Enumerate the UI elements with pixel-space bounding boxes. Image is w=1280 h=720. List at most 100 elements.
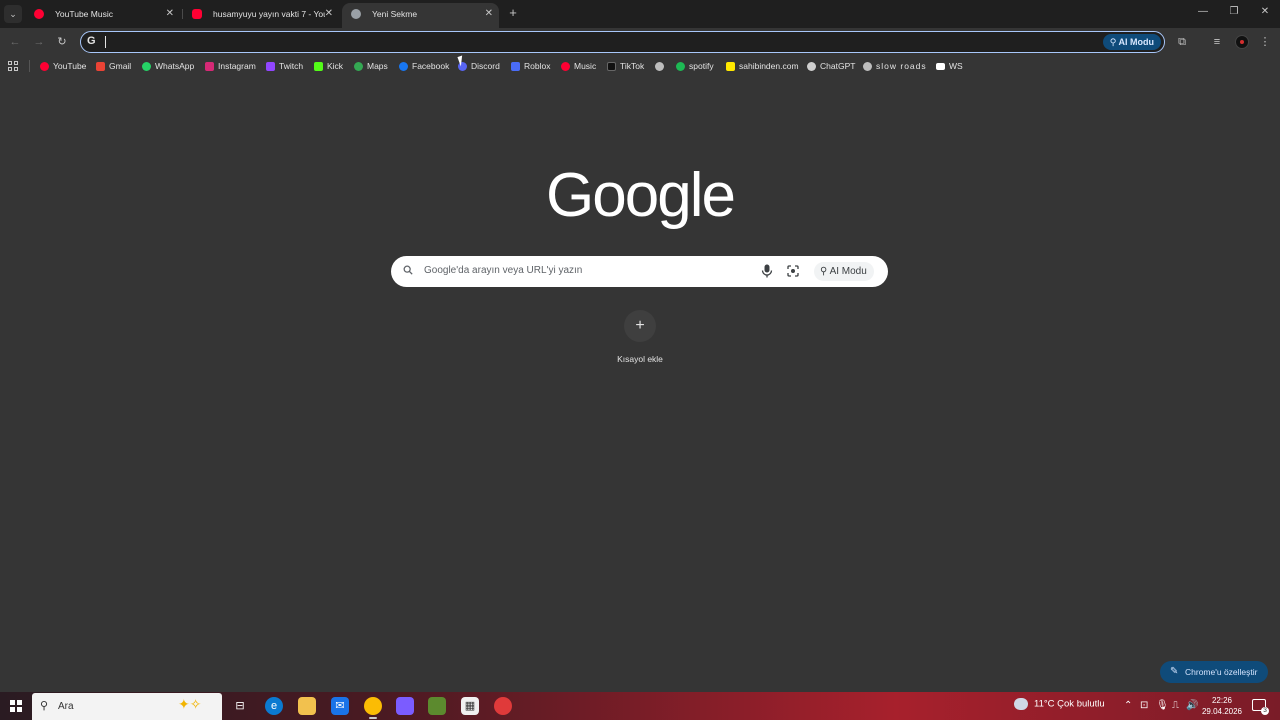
microphone-icon[interactable] xyxy=(761,264,773,278)
youtube-music-icon xyxy=(561,62,570,71)
tab-title: husamyuyu yayın vakti 7 - YouTube xyxy=(213,9,325,19)
search-box[interactable]: Google'da arayın veya URL'yi yazın ⚲ AI … xyxy=(391,256,888,287)
tab-new-tab[interactable]: Yeni Sekme ✕ xyxy=(342,3,499,28)
forward-icon[interactable]: → xyxy=(32,35,46,49)
file-explorer-icon[interactable] xyxy=(298,697,316,715)
chrome-icon xyxy=(351,9,361,19)
ai-mode-button[interactable]: ⚲ AI Modu xyxy=(814,262,874,281)
microsoft-store-icon[interactable]: ▦ xyxy=(461,697,479,715)
whatsapp-icon xyxy=(142,62,151,71)
bookmark-sahibinden[interactable]: sahibinden.com xyxy=(726,60,799,72)
spotify-icon xyxy=(676,62,685,71)
folder-icon xyxy=(936,63,945,70)
window-close-icon[interactable]: ✕ xyxy=(1255,6,1275,17)
toolbar: ← → ↻ G ⚲ AI Modu ⧉ ≡ ⋮ xyxy=(0,28,1280,56)
bookmark-globe[interactable] xyxy=(655,60,668,72)
instagram-icon xyxy=(205,62,214,71)
bookmark-tiktok[interactable]: TikTok xyxy=(607,60,644,72)
bookmark-folder-ws[interactable]: WS xyxy=(936,60,963,72)
windows-start-icon[interactable] xyxy=(10,700,22,712)
tab-youtube-music[interactable]: YouTube Music ✕ xyxy=(25,3,180,28)
ai-search-icon: ⚲ xyxy=(820,266,830,277)
google-lens-icon[interactable] xyxy=(787,265,799,277)
media-controls-icon[interactable]: ≡ xyxy=(1210,35,1224,49)
bookmark-label: YouTube xyxy=(53,61,87,71)
bookmark-roblox[interactable]: Roblox xyxy=(511,60,550,72)
bookmark-label: slow roads xyxy=(876,61,927,71)
close-icon[interactable]: ✕ xyxy=(166,3,174,25)
bookmark-label: Roblox xyxy=(524,61,551,71)
search-icon: ⚲ xyxy=(40,700,49,712)
chevron-up-icon[interactable]: ⌃ xyxy=(1124,700,1132,711)
minimize-icon[interactable]: — xyxy=(1193,6,1213,17)
bookmark-label: Kick xyxy=(327,61,344,71)
bookmark-instagram[interactable]: Instagram xyxy=(205,60,256,72)
sahibinden-icon xyxy=(726,62,735,71)
search-icon xyxy=(403,265,413,275)
cloudy-weather-icon xyxy=(1014,698,1028,710)
taskbar-search[interactable]: ⚲ Ara ✦✧ xyxy=(32,693,222,720)
youtube-icon xyxy=(192,9,202,19)
back-icon[interactable]: ← xyxy=(8,35,22,49)
bookmarks-bar: YouTube Gmail WhatsApp Instagram Twitch … xyxy=(0,56,1280,76)
mail-icon[interactable]: ✉ xyxy=(331,697,349,715)
bookmark-twitch[interactable]: Twitch xyxy=(266,60,303,72)
restore-icon[interactable]: ❐ xyxy=(1224,6,1244,17)
taskbar-clock[interactable]: 22:26 29.04.2026 xyxy=(1200,695,1244,717)
google-g-icon: G xyxy=(87,35,96,47)
notification-icon[interactable]: 3 xyxy=(1252,699,1269,715)
slow-roads-icon xyxy=(863,62,872,71)
bookmark-whatsapp[interactable]: WhatsApp xyxy=(142,60,194,72)
ai-mode-chip-label: AI Modu xyxy=(1118,37,1155,47)
task-view-icon[interactable]: ⊟ xyxy=(231,697,249,715)
menu-kebab-icon[interactable]: ⋮ xyxy=(1258,35,1272,49)
weather-widget[interactable]: 11°C Çok bulutlu xyxy=(1014,698,1105,710)
notification-count: 3 xyxy=(1261,707,1269,715)
bookmark-label: Music xyxy=(574,61,597,71)
bookmark-label: ChatGPT xyxy=(820,61,856,71)
tray-app-icon[interactable]: ⊡ xyxy=(1140,700,1148,711)
bookmark-gmail[interactable]: Gmail xyxy=(96,60,131,72)
chrome-icon[interactable] xyxy=(364,697,382,719)
copilot-icon[interactable] xyxy=(396,697,414,715)
minecraft-icon[interactable] xyxy=(428,697,446,715)
bookmark-chatgpt[interactable]: ChatGPT xyxy=(807,60,855,72)
maps-icon xyxy=(354,62,363,71)
microphone-icon[interactable]: 🎙 xyxy=(1156,700,1169,711)
tab-strip: ⌄ YouTube Music ✕ husamyuyu yayın vakti … xyxy=(0,0,1280,28)
bookmark-label: Gmail xyxy=(109,61,132,71)
bookmark-label: Facebook xyxy=(412,61,450,71)
address-bar[interactable]: G ⚲ AI Modu xyxy=(80,31,1165,53)
ai-mode-label: AI Modu xyxy=(829,266,867,277)
reload-icon[interactable]: ↻ xyxy=(55,35,69,49)
bookmark-slow-roads[interactable]: slow roads xyxy=(863,60,927,72)
globe-icon xyxy=(655,62,664,71)
bookmark-kick[interactable]: Kick xyxy=(314,60,343,72)
bookmark-spotify[interactable]: spotify xyxy=(676,60,714,72)
bookmark-youtube[interactable]: YouTube xyxy=(40,60,86,72)
network-icon[interactable]: ⎍ xyxy=(1172,700,1179,711)
youtube-icon xyxy=(40,62,49,71)
volume-icon[interactable]: 🔊 xyxy=(1186,700,1198,711)
taskbar-search-text: Ara xyxy=(58,701,74,712)
extensions-icon[interactable]: ⧉ xyxy=(1175,35,1189,49)
ai-mode-chip[interactable]: ⚲ AI Modu xyxy=(1102,34,1161,50)
customize-chrome-button[interactable]: ✎ Chrome'u özelleştir xyxy=(1160,661,1268,683)
apps-grid-icon[interactable] xyxy=(8,61,18,71)
tab-youtube-stream[interactable]: husamyuyu yayın vakti 7 - YouTube ✕ xyxy=(183,3,339,28)
edge-icon[interactable]: e xyxy=(265,697,283,715)
add-shortcut-button[interactable]: + xyxy=(624,310,656,342)
new-tab-button[interactable]: + xyxy=(505,5,521,21)
close-icon[interactable]: ✕ xyxy=(325,3,333,25)
bookmark-facebook[interactable]: Facebook xyxy=(399,60,449,72)
youtube-music-icon xyxy=(34,9,44,19)
tab-search-chevron-icon[interactable]: ⌄ xyxy=(4,5,22,23)
bookmark-maps[interactable]: Maps xyxy=(354,60,388,72)
bookmark-label: Twitch xyxy=(279,61,304,71)
profile-avatar[interactable] xyxy=(1235,35,1249,49)
app-icon[interactable] xyxy=(494,697,512,715)
close-icon[interactable]: ✕ xyxy=(485,3,493,25)
bookmark-label: Discord xyxy=(471,61,500,71)
bookmark-music[interactable]: Music xyxy=(561,60,596,72)
pencil-icon: ✎ xyxy=(1170,666,1179,677)
